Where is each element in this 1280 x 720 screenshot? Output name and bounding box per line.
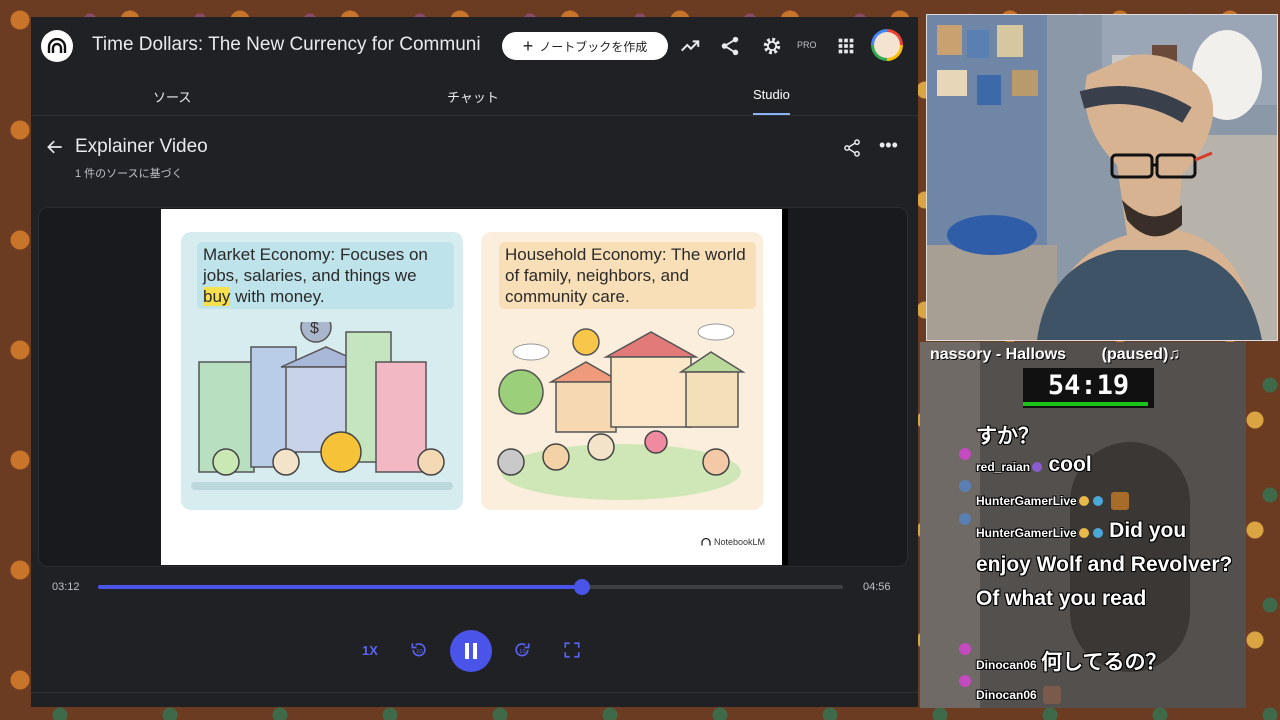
timer-progress-bar: [1023, 402, 1148, 406]
share-video-icon[interactable]: [842, 138, 862, 158]
settings-gear-icon[interactable]: [761, 35, 783, 57]
divider: [31, 692, 918, 693]
household-economy-caption: Household Economy: The world of family, …: [499, 242, 756, 309]
svg-text:$: $: [310, 322, 319, 337]
chat-message: すか？: [976, 420, 1039, 450]
chat-username: Dinocan06: [976, 658, 1037, 672]
notebook-title[interactable]: Time Dollars: The New Currency for Commu…: [92, 34, 487, 56]
chat-username: HunterGamerLive: [976, 494, 1077, 509]
analytics-trend-icon[interactable]: [679, 35, 701, 57]
video-frame-edge: [782, 209, 788, 565]
chat-message: Dinocan06: [976, 686, 1063, 704]
plus-icon: +: [522, 36, 534, 56]
household-economy-card: Household Economy: The world of family, …: [481, 232, 763, 510]
new-notebook-label: ノートブックを作成: [539, 39, 648, 54]
forward-10-icon: 10: [515, 643, 530, 657]
forward-10-button[interactable]: 10: [510, 639, 534, 661]
seek-bar[interactable]: [98, 579, 843, 595]
webcam-image: [927, 15, 1277, 340]
chat-text: すか？: [976, 425, 1039, 448]
panel-tabs: ソース チャット Studio: [31, 79, 918, 116]
city-bank-illustration: $: [191, 322, 453, 490]
webcam-feed: [926, 14, 1278, 341]
gem-badge-icon: [1092, 527, 1103, 538]
account-avatar[interactable]: [871, 29, 903, 61]
video-player[interactable]: Market Economy: Focuses on jobs, salarie…: [38, 207, 908, 567]
notebooklm-small-logo-icon: [701, 537, 711, 546]
chat-message: HunterGamerLive: [976, 492, 1131, 510]
gem-badge-icon: [1092, 496, 1103, 506]
tab-sources[interactable]: ソース: [153, 87, 191, 106]
chat-username: red_raian: [976, 460, 1031, 474]
neighborhood-illustration: [497, 323, 746, 500]
chat-badge-icon: [959, 643, 971, 655]
crown-badge-icon: [1078, 496, 1089, 506]
fullscreen-button[interactable]: [560, 639, 584, 661]
tab-studio[interactable]: Studio: [753, 87, 790, 115]
notebooklm-watermark: NotebookLM: [701, 537, 765, 547]
notebooklm-logo-icon: [47, 38, 67, 53]
top-bar: Time Dollars: The New Currency for Commu…: [31, 17, 918, 75]
pro-badge: PRO: [797, 40, 817, 50]
notebooklm-logo[interactable]: [41, 30, 73, 62]
chat-username: HunterGamerLive: [976, 526, 1077, 540]
current-time: 03:12: [52, 581, 80, 593]
fullscreen-icon: [564, 642, 580, 658]
market-economy-caption: Market Economy: Focuses on jobs, salarie…: [197, 242, 454, 309]
svg-text:10: 10: [519, 649, 526, 655]
apps-grid-icon[interactable]: [835, 35, 857, 57]
back-arrow-icon[interactable]: [45, 137, 65, 157]
new-notebook-button[interactable]: + ノートブックを作成: [502, 32, 668, 60]
chat-message: red_raian cool: [976, 453, 1092, 477]
playback-speed-button[interactable]: 1X: [358, 639, 382, 661]
sub-badge-icon: [1032, 461, 1043, 472]
video-frame: Market Economy: Focuses on jobs, salarie…: [161, 209, 782, 565]
seek-handle[interactable]: [573, 579, 590, 595]
total-time: 04:56: [863, 581, 891, 593]
crown-badge-icon: [1078, 527, 1089, 538]
chat-badge-icon: [959, 448, 971, 460]
svg-text:10: 10: [416, 649, 423, 655]
chat-message: HunterGamerLive Did you enjoy Wolf and R…: [976, 515, 1236, 617]
chat-message: Dinocan06 何してるの？: [976, 646, 1167, 676]
rewind-10-icon: 10: [411, 643, 426, 657]
market-economy-card: Market Economy: Focuses on jobs, salarie…: [181, 232, 463, 510]
rewind-10-button[interactable]: 10: [407, 639, 431, 661]
emote-icon: [1111, 492, 1130, 510]
emote-icon: [1043, 686, 1062, 704]
video-title: Explainer Video: [75, 136, 208, 157]
chat-text: cool: [1048, 453, 1092, 476]
share-icon[interactable]: [719, 35, 741, 57]
chat-username: Dinocan06: [976, 688, 1037, 703]
now-playing-text: nassory - Hallows (paused)♫: [930, 346, 1181, 363]
chat-text: 何してるの？: [1041, 651, 1167, 674]
chat-badge-icon: [959, 480, 971, 492]
chat-badge-icon: [959, 675, 971, 687]
pause-button[interactable]: [450, 630, 492, 672]
more-options-icon[interactable]: •••: [879, 136, 899, 158]
video-source-count: 1 件のソースに基づく: [75, 168, 183, 180]
chat-badge-icon: [959, 513, 971, 525]
seek-bar-progress: [98, 585, 582, 589]
tab-chat[interactable]: チャット: [447, 87, 499, 106]
notebook-window: Time Dollars: The New Currency for Commu…: [31, 17, 918, 707]
